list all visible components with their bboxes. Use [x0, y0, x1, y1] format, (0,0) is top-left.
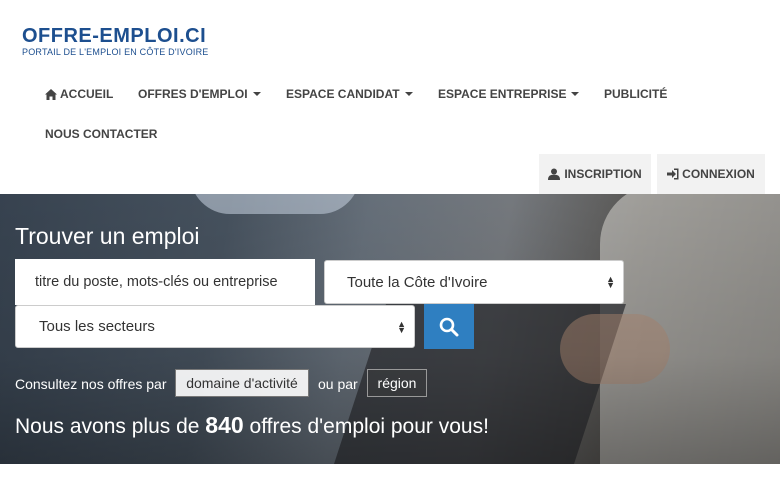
stats-suffix: offres d'emploi pour vous!: [249, 415, 489, 438]
caret-down-icon: [252, 92, 261, 96]
region-select-value: Toute la Côte d'Ivoire: [347, 273, 488, 291]
search-input-placeholder: titre du poste, mots-clés ou entreprise: [35, 274, 278, 290]
site-logo[interactable]: OFFRE-EMPLOI.CI PORTAIL DE L'EMPLOI EN C…: [22, 26, 212, 58]
user-icon: [548, 168, 561, 180]
caret-down-icon: [571, 92, 580, 96]
sector-select-value: Tous les secteurs: [39, 318, 155, 335]
select-arrows-icon: ▲ ▼: [606, 274, 615, 290]
nav-entreprise-label: ESPACE ENTREPRISE: [438, 87, 567, 101]
home-icon: [45, 88, 57, 100]
nav-accueil-label: ACCUEIL: [60, 87, 114, 101]
nav-entreprise-dropdown[interactable]: ESPACE ENTREPRISE: [438, 87, 580, 101]
nav-publicite[interactable]: PUBLICITÉ: [604, 87, 667, 101]
logo-tagline: PORTAIL DE L'EMPLOI EN CÔTE D'IVOIRE: [22, 47, 209, 57]
nav-contact[interactable]: NOUS CONTACTER: [45, 127, 157, 141]
logo-title: OFFRE-EMPLOI.CI: [22, 25, 207, 47]
search-icon: [439, 317, 459, 336]
nav-accueil[interactable]: ACCUEIL: [45, 87, 113, 101]
nav-candidat-label: ESPACE CANDIDAT: [286, 87, 400, 101]
nav-contact-label: NOUS CONTACTER: [45, 127, 158, 141]
inscription-label: INSCRIPTION: [564, 167, 642, 181]
connexion-label: CONNEXION: [682, 167, 755, 181]
search-button[interactable]: [424, 304, 474, 349]
browse-prefix: Consultez nos offres par: [15, 376, 167, 392]
sign-in-icon: [667, 168, 679, 180]
search-input[interactable]: titre du poste, mots-clés ou entreprise: [15, 259, 315, 305]
inscription-button[interactable]: INSCRIPTION: [539, 154, 651, 194]
caret-down-icon: [404, 92, 413, 96]
nav-publicite-label: PUBLICITÉ: [604, 87, 668, 101]
offers-count-banner: Nous avons plus de 840 offres d'emploi p…: [15, 412, 489, 439]
nav-offres-label: OFFRES D'EMPLOI: [138, 87, 248, 101]
offers-count: 840: [205, 412, 244, 438]
hero-banner: Trouver un emploi titre du poste, mots-c…: [0, 194, 780, 464]
region-select[interactable]: Toute la Côte d'Ivoire ▲ ▼: [324, 260, 624, 304]
hero-title: Trouver un emploi: [15, 223, 200, 249]
sector-select[interactable]: Tous les secteurs ▲ ▼: [15, 305, 415, 348]
stats-prefix: Nous avons plus de: [15, 415, 200, 438]
select-arrows-icon: ▲ ▼: [397, 318, 406, 335]
connexion-button[interactable]: CONNEXION: [657, 154, 765, 194]
browse-region-button[interactable]: région: [367, 369, 427, 397]
nav-candidat-dropdown[interactable]: ESPACE CANDIDAT: [286, 87, 413, 101]
browse-or: ou par: [318, 376, 358, 392]
browse-domain-button[interactable]: domaine d'activité: [175, 369, 309, 397]
nav-offres-dropdown[interactable]: OFFRES D'EMPLOI: [138, 87, 261, 101]
